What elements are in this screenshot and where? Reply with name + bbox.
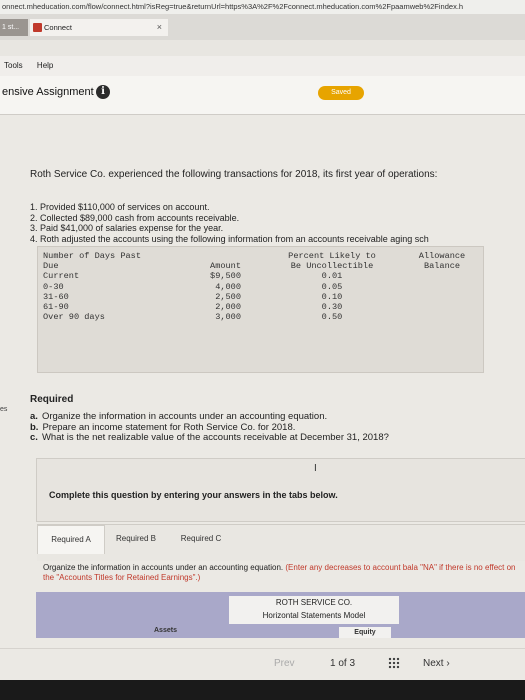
next-button[interactable]: Next › <box>423 658 450 669</box>
transaction-item: 3. Paid $41,000 of salaries expense for … <box>30 223 224 233</box>
header-days-line1: Number of Days Past <box>43 251 141 261</box>
browser-tab-left[interactable]: 1 st... <box>0 19 28 36</box>
browser-tab-label: Connect <box>44 23 72 32</box>
transaction-item: 1. Provided $110,000 of services on acco… <box>30 202 210 212</box>
panel-instruction: Complete this question by entering your … <box>49 490 338 500</box>
menu-help[interactable]: Help <box>37 61 53 70</box>
info-icon[interactable]: i <box>96 85 110 99</box>
cell-percent: 0.50 <box>321 312 343 323</box>
cell-percent: 0.10 <box>321 291 343 302</box>
cell-amount: 2,500 <box>215 291 241 302</box>
cell-days: Over 90 days <box>43 312 105 323</box>
page-indicator: 1 of 3 <box>330 658 356 669</box>
tab-instructions: Organize the information in accounts und… <box>43 563 523 583</box>
text-cursor-icon: I <box>314 463 317 474</box>
cell-amount: 2,000 <box>215 302 241 313</box>
cell-amount: 4,000 <box>215 281 241 292</box>
tab-required-b[interactable]: Required B <box>107 525 165 553</box>
question-pager: Prev 1 of 3 Next › <box>0 648 525 679</box>
chevron-right-icon: › <box>446 658 450 669</box>
answer-instructions-panel: Complete this question by entering your … <box>36 458 525 522</box>
cell-percent: 0.05 <box>321 281 343 292</box>
tab-required-a[interactable]: Required A <box>37 525 105 554</box>
assignment-header: ensive Assignment i Saved <box>0 76 525 115</box>
header-days-line2: Due <box>43 261 59 272</box>
saved-status-badge: Saved <box>318 86 364 100</box>
transaction-item: 2. Collected $89,000 cash from accounts … <box>30 212 240 223</box>
close-tab-icon[interactable]: × <box>157 19 162 36</box>
header-amount-line2: Amount <box>210 261 241 272</box>
grid-view-icon[interactable] <box>388 657 400 669</box>
cell-days: 0-30 <box>43 281 64 292</box>
assets-header: Assets <box>154 627 177 634</box>
header-percent-line1: Percent Likely to <box>288 251 376 261</box>
horizontal-statements-model: ROTH SERVICE CO. Horizontal Statements M… <box>36 592 525 638</box>
allowance-balance-column: Allowance Balance <box>408 251 476 271</box>
instruction-text: Organize the information in accounts und… <box>43 563 284 572</box>
percent-uncollectible-column: Percent Likely to Be Uncollectible 0.01 … <box>272 251 392 322</box>
equity-header: Equity <box>339 627 391 638</box>
cell-amount: $9,500 <box>210 271 241 282</box>
tab-required-c[interactable]: Required C <box>169 525 233 553</box>
browser-tab-bar: 1 st... Connect × <box>0 14 525 40</box>
menu-bar: Tools Help <box>0 56 525 76</box>
model-header: ROTH SERVICE CO. Horizontal Statements M… <box>229 596 399 624</box>
required-heading: Required <box>30 394 74 405</box>
header-amount-line1 <box>201 251 241 261</box>
transaction-list: 1. Provided $110,000 of services on acco… <box>30 202 429 244</box>
assignment-title: ensive Assignment <box>2 86 94 98</box>
cell-days: Current <box>43 271 80 282</box>
side-fragment: es <box>0 406 8 413</box>
cell-percent: 0.01 <box>321 271 343 282</box>
company-name: ROTH SERVICE CO. <box>275 598 353 607</box>
screen-bezel <box>0 680 525 700</box>
cell-days: 61-90 <box>43 302 69 313</box>
header-allowance-line2: Balance <box>423 261 461 272</box>
menu-tools[interactable]: Tools <box>4 61 23 70</box>
days-past-due-column: Number of Days Past Due Current 0-30 31-… <box>43 251 141 322</box>
transaction-item: 4. Roth adjusted the accounts using the … <box>30 233 429 244</box>
prev-button[interactable]: Prev <box>274 658 295 669</box>
connect-favicon-icon <box>33 23 42 32</box>
problem-intro: Roth Service Co. experienced the followi… <box>30 169 438 180</box>
cell-days: 31-60 <box>43 291 69 302</box>
aging-schedule-table: Number of Days Past Due Current 0-30 31-… <box>37 246 484 373</box>
required-item: c. What is the net realizable value of th… <box>30 432 389 444</box>
amount-column: Amount $9,500 4,000 2,500 2,000 3,000 <box>201 251 241 322</box>
header-allowance-line1: Allowance <box>418 251 466 261</box>
browser-tab-active[interactable]: Connect × <box>30 19 168 36</box>
url-bar[interactable]: onnect.mheducation.com/flow/connect.html… <box>0 0 525 14</box>
model-title: Horizontal Statements Model <box>262 611 366 620</box>
header-percent-line2: Be Uncollectible <box>290 261 374 272</box>
required-list: a. Organize the information in accounts u… <box>30 411 389 444</box>
required-tabs: Required A Required B Required C <box>37 524 525 561</box>
cell-amount: 3,000 <box>215 312 241 323</box>
cell-percent: 0.30 <box>321 302 343 313</box>
